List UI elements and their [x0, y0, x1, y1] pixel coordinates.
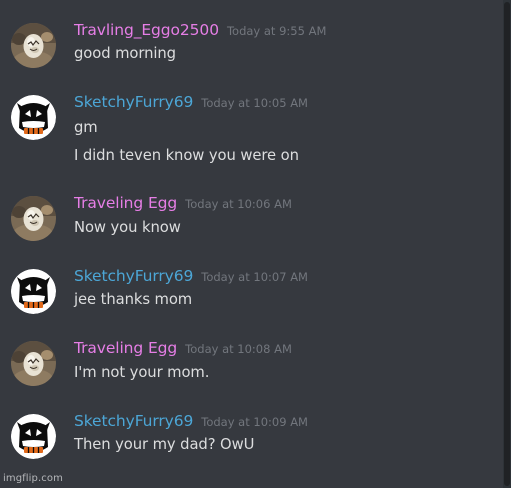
username[interactable]: SketchyFurry69 [74, 93, 193, 111]
message-text: gm [74, 119, 98, 136]
furry-mask-avatar-icon[interactable] [11, 414, 56, 459]
message-header: Traveling Egg Today at 10:08 AM [74, 337, 292, 359]
message-header: SketchyFurry69 Today at 10:05 AM [74, 91, 308, 113]
timestamp[interactable]: Today at 10:05 AM [201, 96, 308, 110]
username[interactable]: Traveling Egg [74, 194, 177, 212]
message-header: Travling_Eggo2500 Today at 9:55 AM [74, 19, 326, 41]
username[interactable]: Traveling Egg [74, 339, 177, 357]
furry-mask-avatar-icon[interactable] [11, 95, 56, 140]
egg-avatar-icon[interactable] [11, 196, 56, 241]
timestamp[interactable]: Today at 10:08 AM [185, 342, 292, 356]
username[interactable]: SketchyFurry69 [74, 267, 193, 285]
watermark: imgflip.com [3, 473, 63, 484]
timestamp[interactable]: Today at 10:06 AM [185, 197, 292, 211]
username[interactable]: SketchyFurry69 [74, 412, 193, 430]
username[interactable]: Travling_Eggo2500 [74, 21, 219, 39]
message-header: Traveling Egg Today at 10:06 AM [74, 192, 292, 214]
message-text: good morning [74, 45, 176, 62]
chat-messages: Travling_Eggo2500 Today at 9:55 AM good m… [0, 0, 503, 488]
timestamp[interactable]: Today at 9:55 AM [227, 24, 326, 38]
egg-avatar-icon[interactable] [11, 341, 56, 386]
message-text: Now you know [74, 219, 181, 236]
scrollbar[interactable] [503, 0, 511, 488]
message-header: SketchyFurry69 Today at 10:09 AM [74, 410, 308, 432]
timestamp[interactable]: Today at 10:07 AM [201, 270, 308, 284]
message-header: SketchyFurry69 Today at 10:07 AM [74, 265, 308, 287]
message-text: jee thanks mom [74, 291, 193, 308]
message-text: I didn teven know you were on [74, 147, 299, 164]
message-text: I'm not your mom. [74, 364, 210, 381]
furry-mask-avatar-icon[interactable] [11, 269, 56, 314]
message-text: Then your my dad? OwU [74, 436, 255, 453]
timestamp[interactable]: Today at 10:09 AM [201, 415, 308, 429]
scrollbar-thumb[interactable] [504, 2, 510, 486]
egg-avatar-icon[interactable] [11, 23, 56, 68]
